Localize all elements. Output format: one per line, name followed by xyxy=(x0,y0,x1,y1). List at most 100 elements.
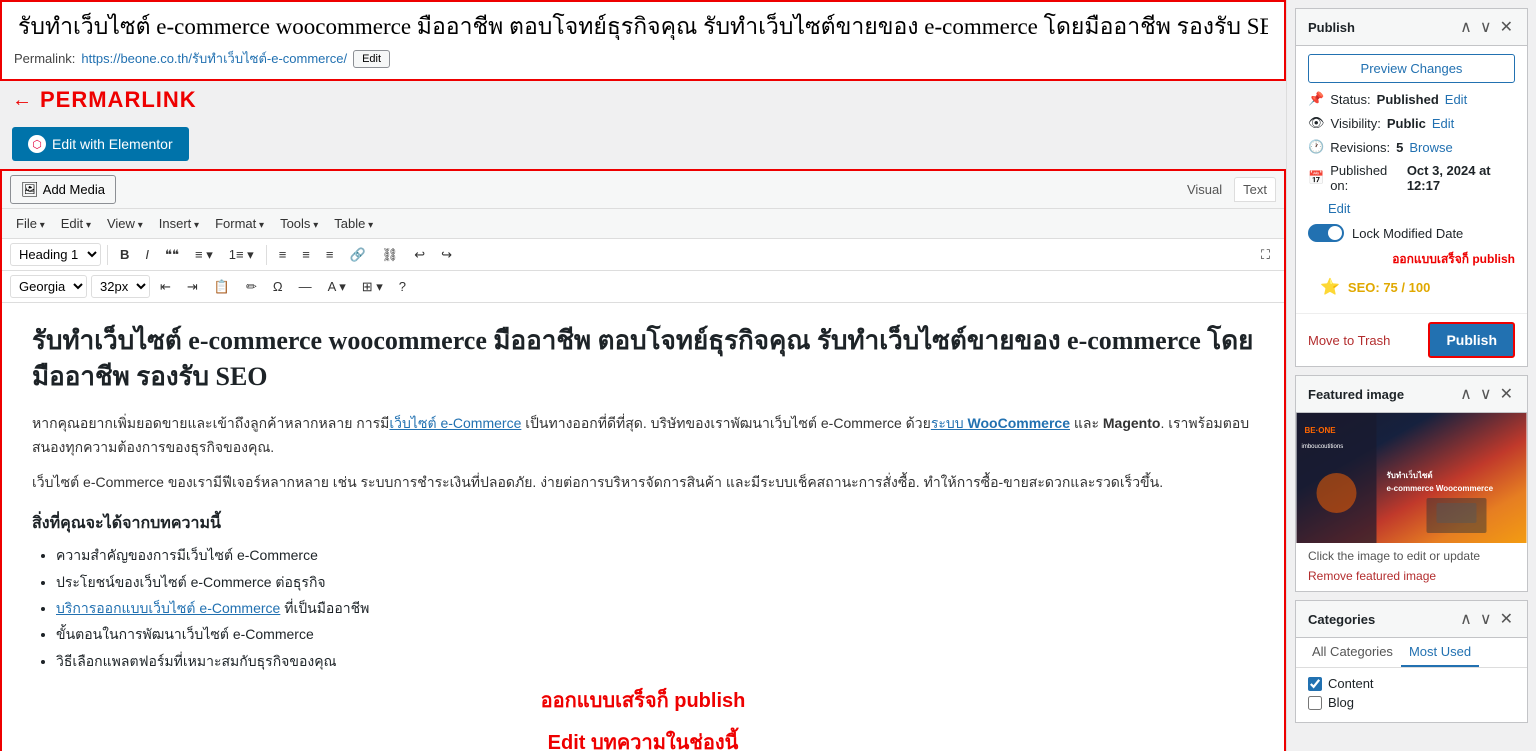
publish-body: Preview Changes 📌 Status: Published Edit… xyxy=(1296,46,1527,313)
tab-visual[interactable]: Visual xyxy=(1179,177,1230,202)
svg-text:e-commerce Woocommerce: e-commerce Woocommerce xyxy=(1387,484,1494,493)
list-item: บริการออกแบบเว็บไซต์ e-Commerce ที่เป็นม… xyxy=(56,597,1254,619)
move-to-trash-link[interactable]: Move to Trash xyxy=(1308,333,1390,348)
published-edit-link[interactable]: Edit xyxy=(1328,201,1350,216)
font-family-select[interactable]: Georgia Arial xyxy=(10,275,87,298)
toggle-slider xyxy=(1308,224,1344,242)
indent-decrease-button[interactable]: ⇤ xyxy=(154,276,177,298)
ordered-list-button[interactable]: 1≡ ▾ xyxy=(223,244,260,266)
category-label-blog: Blog xyxy=(1328,695,1354,710)
categories-close-btn[interactable]: ✕ xyxy=(1498,609,1515,629)
list-item: วิธีเลือกแพลตฟอร์มที่เหมาะสมกับธุรกิจของ… xyxy=(56,650,1254,672)
publish-button[interactable]: Publish xyxy=(1428,322,1515,358)
featured-up-btn[interactable]: ∧ xyxy=(1458,384,1474,404)
content-subheading: สิ่งที่คุณจะได้จากบทความนี้ xyxy=(32,511,1254,536)
tab-all-categories[interactable]: All Categories xyxy=(1304,638,1401,667)
add-media-button[interactable]: 🖼 Add Media xyxy=(10,175,116,204)
published-label: Published on: xyxy=(1330,163,1401,193)
edit-with-elementor-button[interactable]: Edit with Elementor xyxy=(12,127,189,161)
italic-button[interactable]: I xyxy=(139,244,155,265)
permalink-annotation-text: PERMARLINK xyxy=(40,87,197,113)
featured-close-btn[interactable]: ✕ xyxy=(1498,384,1515,404)
categories-up-btn[interactable]: ∧ xyxy=(1458,609,1474,629)
svg-text:รับทำเว็บไซต์: รับทำเว็บไซต์ xyxy=(1387,469,1433,480)
content-list: ความสำคัญของการมีเว็บไซต์ e-Commerce ประ… xyxy=(32,544,1254,672)
fullscreen-button[interactable]: ⛶ xyxy=(1255,244,1276,266)
link-woocommerce[interactable]: ระบบ WooCommerce xyxy=(931,415,1070,431)
visibility-label: Visibility: xyxy=(1331,116,1381,131)
preview-changes-button[interactable]: Preview Changes xyxy=(1308,54,1515,83)
featured-image-container[interactable]: BE·ONE imboucoutitions รับทำเว็บไซต์ e-c… xyxy=(1296,413,1527,543)
categories-down-btn[interactable]: ∨ xyxy=(1478,609,1494,629)
align-right-button[interactable]: ≡ xyxy=(320,244,340,265)
table-insert-button[interactable]: ⊞ ▾ xyxy=(356,276,389,298)
revisions-icon: 🕐 xyxy=(1308,139,1324,155)
link-button[interactable]: 🔗 xyxy=(343,244,371,266)
revisions-browse-link[interactable]: Browse xyxy=(1409,140,1452,155)
unlink-button[interactable]: ⛓ xyxy=(376,244,405,266)
redo-button[interactable]: ↪ xyxy=(435,244,458,266)
menu-edit[interactable]: Edit xyxy=(55,213,97,234)
bold-button[interactable]: B xyxy=(114,244,135,265)
categories-tabs: All Categories Most Used xyxy=(1296,638,1527,668)
status-icon: 📌 xyxy=(1308,91,1324,107)
featured-image-box: Featured image ∧ ∨ ✕ xyxy=(1295,375,1528,592)
editor-content-area[interactable]: รับทำเว็บไซต์ e-commerce woocommerce มือ… xyxy=(2,303,1284,751)
publish-header-controls: ∧ ∨ ✕ xyxy=(1458,17,1515,37)
elementor-icon xyxy=(28,135,46,153)
featured-image-title: Featured image xyxy=(1308,387,1404,402)
post-title-input[interactable] xyxy=(14,10,1272,44)
menu-tools[interactable]: Tools xyxy=(274,213,324,234)
link-design-service[interactable]: บริการออกแบบเว็บไซต์ e-Commerce xyxy=(56,600,280,616)
align-left-button[interactable]: ≡ xyxy=(273,244,293,265)
paste-button[interactable]: 📋 xyxy=(208,276,236,298)
blockquote-button[interactable]: ❝❝ xyxy=(159,244,185,266)
tab-text[interactable]: Text xyxy=(1234,177,1276,202)
tab-most-used[interactable]: Most Used xyxy=(1401,638,1479,667)
help-button[interactable]: ? xyxy=(393,276,412,297)
indent-increase-button[interactable]: ⇥ xyxy=(181,276,204,298)
status-value: Published xyxy=(1377,92,1439,107)
remove-featured-image-link[interactable]: Remove featured image xyxy=(1296,569,1527,591)
categories-list: Content Blog xyxy=(1296,668,1527,722)
heading-select[interactable]: Heading 1 Heading 2 Heading 3 Paragraph xyxy=(10,243,101,266)
menu-file[interactable]: File xyxy=(10,213,51,234)
visibility-icon: 👁 xyxy=(1308,115,1325,131)
align-center-button[interactable]: ≡ xyxy=(296,244,316,265)
lock-date-toggle[interactable] xyxy=(1308,224,1344,242)
menu-view[interactable]: View xyxy=(101,213,149,234)
undo-button[interactable]: ↩ xyxy=(408,244,431,266)
visibility-edit-link[interactable]: Edit xyxy=(1432,116,1454,131)
seo-annotation-text: ออกแบบเสร็จก็ publish xyxy=(1308,250,1515,273)
category-checkbox-blog[interactable] xyxy=(1308,696,1322,710)
featured-image-caption: Click the image to edit or update xyxy=(1296,543,1527,569)
edit-annotation-text: ออกแบบเสร็จก็ publish xyxy=(32,684,1254,716)
menu-insert[interactable]: Insert xyxy=(153,213,205,234)
category-item-content: Content xyxy=(1308,676,1515,691)
featured-image-header: Featured image ∧ ∨ ✕ xyxy=(1296,376,1527,413)
categories-header: Categories ∧ ∨ ✕ xyxy=(1296,601,1527,638)
link-ecommerce-1[interactable]: เว็บไซต์ e-Commerce xyxy=(389,415,521,431)
publish-box-title: Publish xyxy=(1308,20,1355,35)
publish-collapse-up[interactable]: ∧ xyxy=(1458,17,1474,37)
publish-close[interactable]: ✕ xyxy=(1498,17,1515,37)
content-para-2: เว็บไซต์ e-Commerce ของเรามีฟีเจอร์หลากห… xyxy=(32,471,1254,495)
category-checkbox-content[interactable] xyxy=(1308,677,1322,691)
color-button[interactable]: A ▾ xyxy=(322,276,352,298)
published-on-row: 📅 Published on: Oct 3, 2024 at 12:17 xyxy=(1308,163,1515,193)
hr-button[interactable]: — xyxy=(293,276,318,297)
bullet-list-button[interactable]: ≡ ▾ xyxy=(189,244,219,266)
publish-collapse-down[interactable]: ∨ xyxy=(1478,17,1494,37)
permalink-edit-button[interactable]: Edit xyxy=(353,50,390,68)
special-chars-button[interactable]: Ω xyxy=(267,276,289,297)
menu-table[interactable]: Table xyxy=(328,213,379,234)
lock-modified-date-row: Lock Modified Date xyxy=(1308,224,1515,242)
status-row: 📌 Status: Published Edit xyxy=(1308,91,1515,107)
status-edit-link[interactable]: Edit xyxy=(1445,92,1467,107)
font-size-select[interactable]: 32px 14px 16px xyxy=(91,275,150,298)
featured-down-btn[interactable]: ∨ xyxy=(1478,384,1494,404)
calendar-icon: 📅 xyxy=(1308,170,1324,186)
menu-format[interactable]: Format xyxy=(209,213,270,234)
format-clear-button[interactable]: ✏ xyxy=(240,276,263,298)
permalink-url[interactable]: https://beone.co.th/รับทำเว็บไซต์-e-comm… xyxy=(81,48,347,69)
